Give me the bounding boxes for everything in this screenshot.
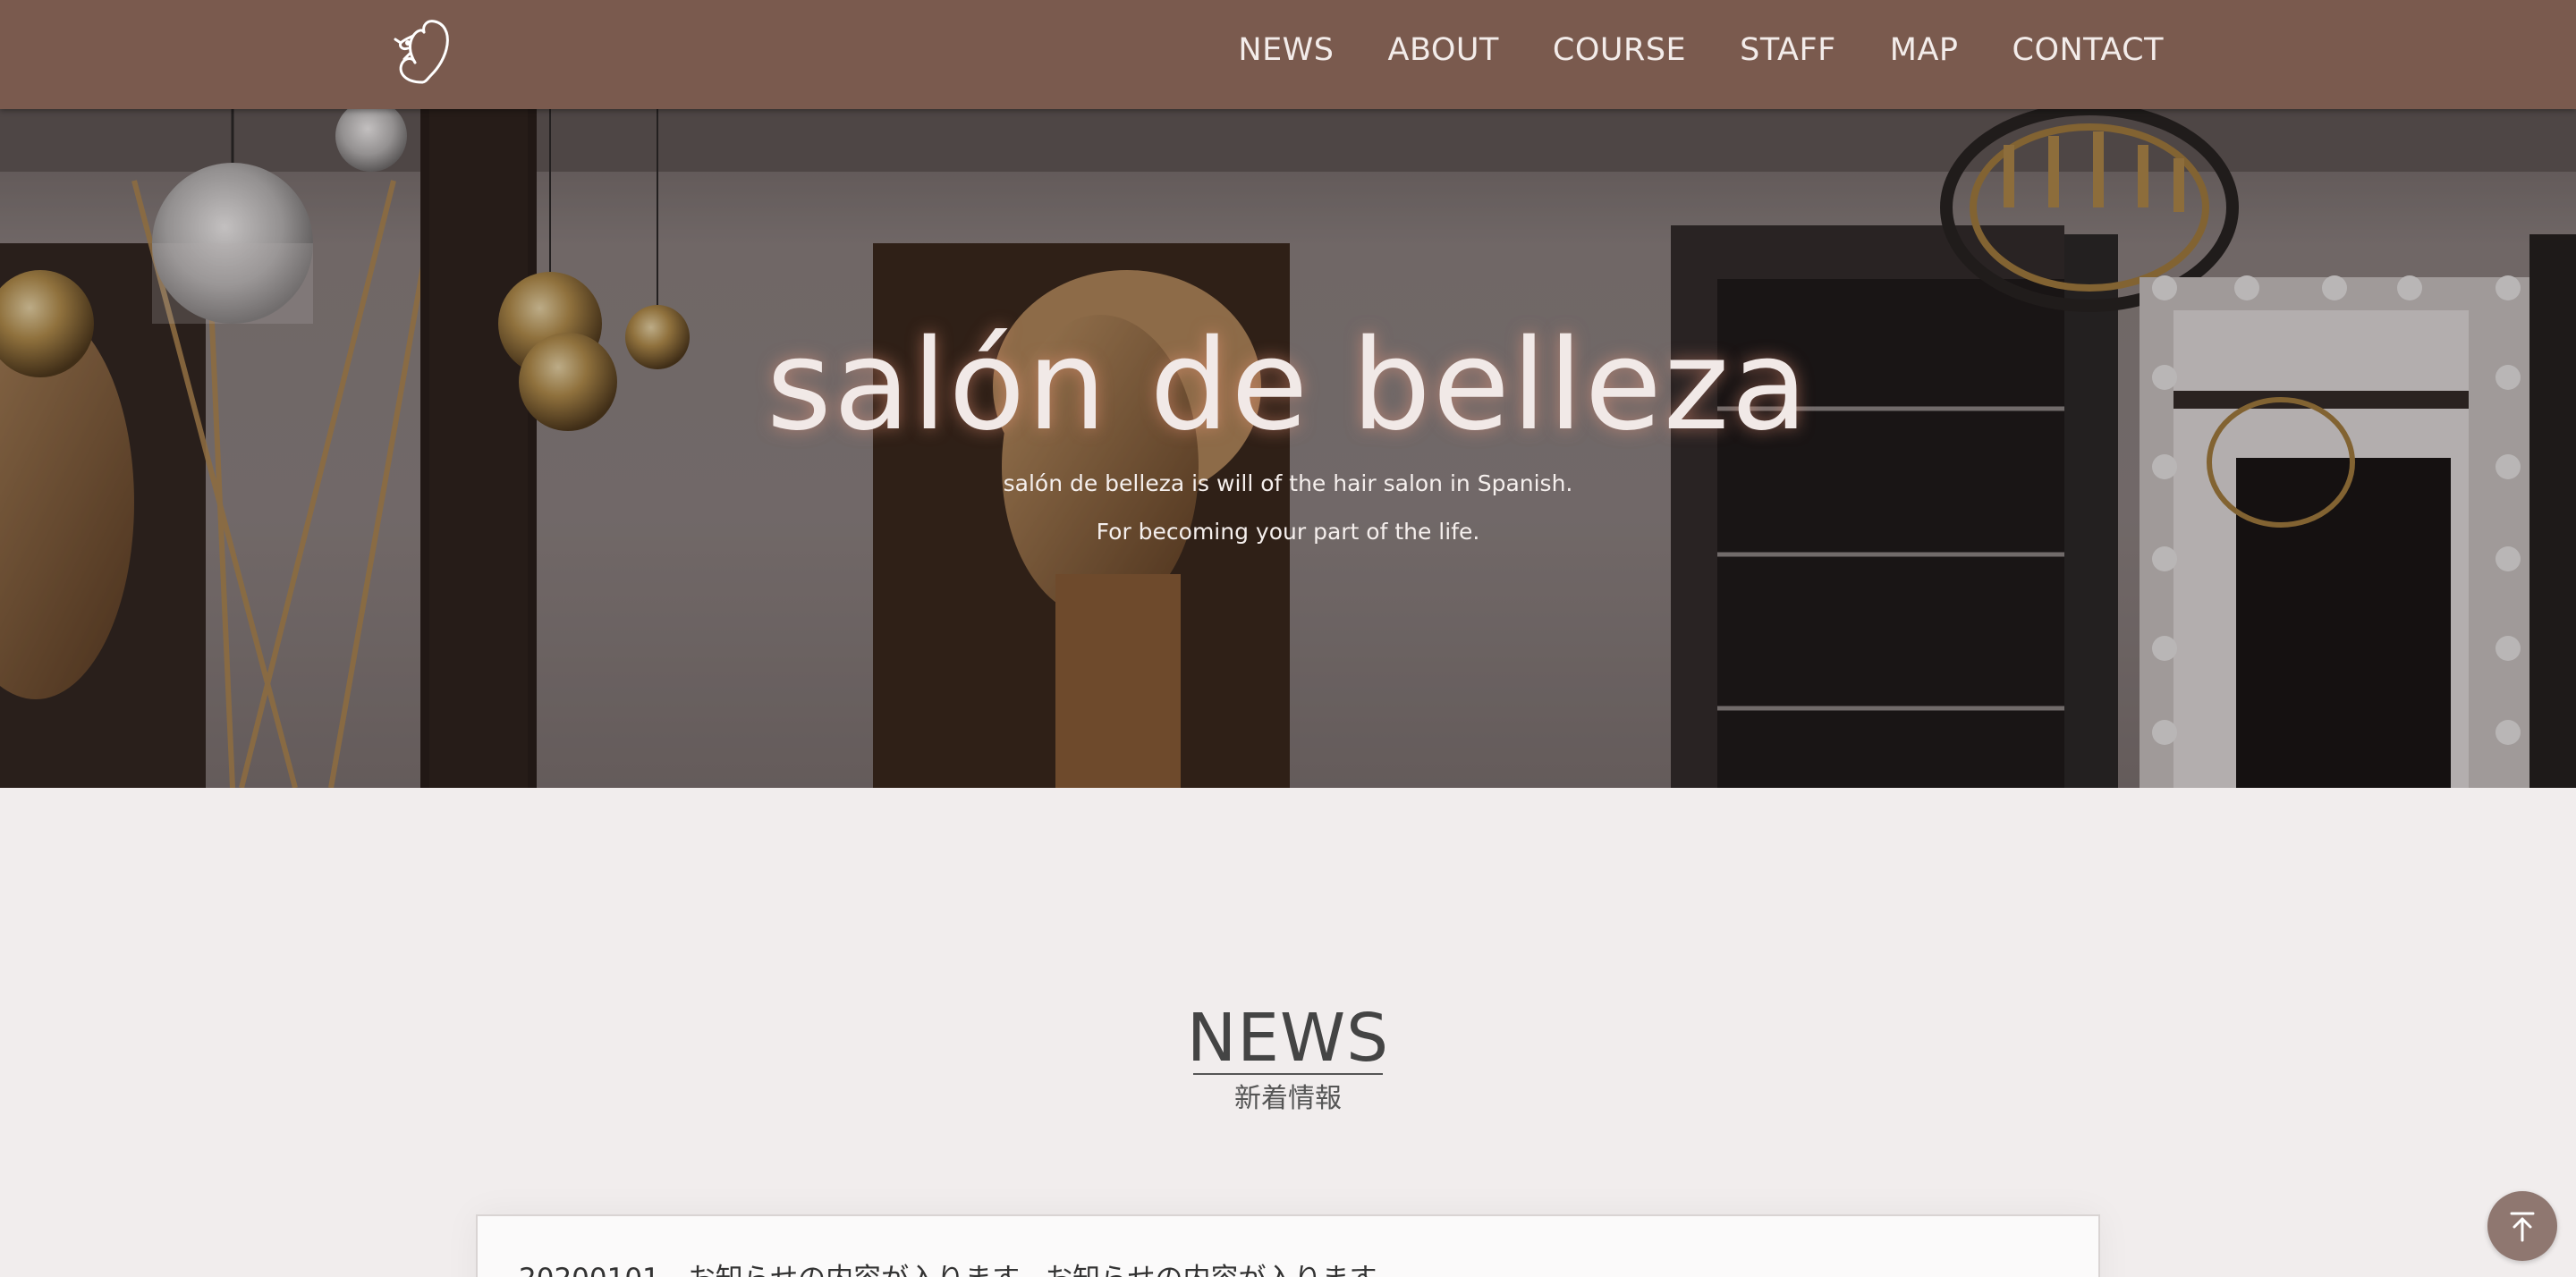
site-header: NEWS ABOUT COURSE STAFF MAP CONTACT: [0, 0, 2576, 109]
nav-news[interactable]: NEWS: [1238, 32, 1334, 68]
news-heading-underline: [1193, 1073, 1383, 1075]
main-nav: NEWS ABOUT COURSE STAFF MAP CONTACT: [1238, 0, 2164, 100]
back-to-top-button[interactable]: [2487, 1191, 2557, 1261]
nav-staff[interactable]: STAFF: [1740, 32, 1836, 68]
news-subheading: 新着情報: [1234, 1083, 1342, 1114]
hero-subtitle-line1: salón de belleza is will of the hair sal…: [1003, 470, 1573, 496]
news-heading: NEWS: [1186, 1000, 1390, 1077]
hero-section: salón de belleza salón de belleza is wil…: [0, 109, 2576, 788]
nav-about[interactable]: ABOUT: [1388, 32, 1499, 68]
squirrel-icon[interactable]: [383, 13, 460, 89]
news-list: 20200101 お知らせの内容が入ります。お知らせの内容が入ります。: [476, 1214, 2100, 1277]
nav-course[interactable]: COURSE: [1553, 32, 1686, 68]
page: NEWS ABOUT COURSE STAFF MAP CONTACT saló…: [0, 0, 2576, 1277]
nav-map[interactable]: MAP: [1890, 32, 1959, 68]
hero-title: salón de belleza: [766, 313, 1810, 459]
news-item[interactable]: 20200101 お知らせの内容が入ります。お知らせの内容が入ります。: [519, 1256, 1402, 1277]
hero-subtitle-line2: For becoming your part of the life.: [1096, 519, 1480, 545]
arrow-up-to-top-icon: [2510, 1212, 2535, 1242]
nav-contact[interactable]: CONTACT: [2012, 32, 2164, 68]
